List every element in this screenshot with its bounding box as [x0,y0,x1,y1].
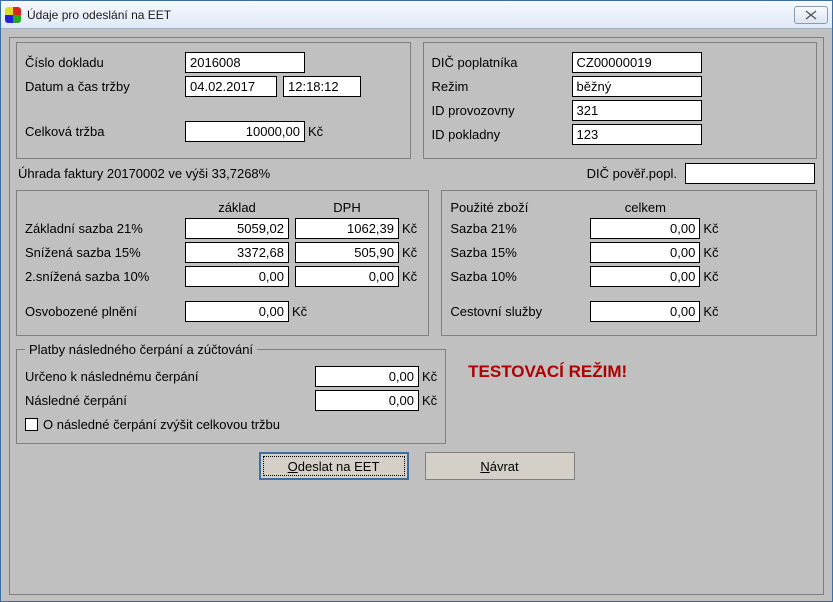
id-pokladny-label: ID pokladny [432,127,572,142]
app-icon [5,7,21,23]
send-eet-button[interactable]: Odeslat na EET [259,452,409,480]
sazba21-zaklad-input[interactable] [185,218,289,239]
kc-label: Kč [703,304,718,319]
datum-input[interactable] [185,76,277,97]
datum-cas-label: Datum a čas tržby [25,79,185,94]
g-sazba15-input[interactable] [590,242,700,263]
doc-group: Číslo dokladu Datum a čas tržby Celková … [16,42,411,159]
kc-label: Kč [402,269,417,284]
sazba15-label: Snížená sazba 15% [25,245,185,260]
test-mode-label: TESTOVACÍ REŽIM! [468,362,627,382]
kc-label: Kč [422,393,437,408]
sazba10-dph-input[interactable] [295,266,399,287]
rezim-input[interactable] [572,76,702,97]
followup-legend: Platby následného čerpání a zúčtování [25,342,257,357]
back-button[interactable]: Návrat [425,452,575,480]
g-sazba21-label: Sazba 21% [450,221,590,236]
sazba21-dph-input[interactable] [295,218,399,239]
nasledne-input[interactable] [315,390,419,411]
cislo-dokladu-input[interactable] [185,52,305,73]
kc-label: Kč [703,221,718,236]
kc-label: Kč [422,369,437,384]
sazba15-zaklad-input[interactable] [185,242,289,263]
rezim-label: Režim [432,79,572,94]
celkova-trzba-label: Celková tržba [25,124,185,139]
cestovni-label: Cestovní služby [450,304,590,319]
eet-window: Údaje pro odeslání na EET Číslo dokladu … [0,0,833,602]
kc-label: Kč [402,245,417,260]
nasledne-label: Následné čerpání [25,393,315,408]
urceno-label: Určeno k následnému čerpání [25,369,315,384]
celkova-trzba-input[interactable] [185,121,305,142]
pouzite-zbozi-header: Použité zboží [450,200,590,215]
g-sazba21-input[interactable] [590,218,700,239]
kc-label: Kč [292,304,307,319]
kc-label: Kč [703,245,718,260]
dic-pover-input[interactable] [685,163,815,184]
id-provozovny-input[interactable] [572,100,702,121]
osvobozene-input[interactable] [185,301,289,322]
dph-header: DPH [295,200,399,215]
zvysit-checkbox[interactable] [25,418,38,431]
g-sazba10-label: Sazba 10% [450,269,590,284]
dic-poplatnika-input[interactable] [572,52,702,73]
osvobozene-label: Osvobozené plnění [25,304,185,319]
id-provozovny-label: ID provozovny [432,103,572,118]
g-sazba15-label: Sazba 15% [450,245,590,260]
window-title: Údaje pro odeslání na EET [27,8,794,22]
zvysit-label: O následné čerpání zvýšit celkovou tržbu [43,417,280,432]
sazba21-label: Základní sazba 21% [25,221,185,236]
sazba10-label: 2.snížená sazba 10% [25,269,185,284]
zaklad-header: základ [185,200,289,215]
dic-poplatnika-label: DIČ poplatníka [432,55,572,70]
g-sazba10-input[interactable] [590,266,700,287]
followup-group: Platby následného čerpání a zúčtování Ur… [16,342,446,444]
cestovni-input[interactable] [590,301,700,322]
titlebar[interactable]: Údaje pro odeslání na EET [1,1,832,29]
kc-label: Kč [308,124,323,139]
celkem-header: celkem [590,200,700,215]
button-bar: Odeslat na EET Návrat [16,444,817,484]
tax-group: základ DPH Základní sazba 21% Kč Snížená… [16,190,429,336]
pokladna-group: DIČ poplatníka Režim ID provozovny ID po… [423,42,818,159]
kc-label: Kč [703,269,718,284]
id-pokladny-input[interactable] [572,124,702,145]
kc-label: Kč [402,221,417,236]
dic-pover-label: DIČ pověř.popl. [587,166,677,181]
sazba15-dph-input[interactable] [295,242,399,263]
sazba10-zaklad-input[interactable] [185,266,289,287]
urceno-input[interactable] [315,366,419,387]
goods-group: Použité zboží celkem Sazba 21% Kč Sazba … [441,190,817,336]
uhrada-status: Úhrada faktury 20170002 ve výši 33,7268% [18,166,587,181]
cas-input[interactable] [283,76,361,97]
close-icon[interactable] [794,6,828,24]
cislo-dokladu-label: Číslo dokladu [25,55,185,70]
